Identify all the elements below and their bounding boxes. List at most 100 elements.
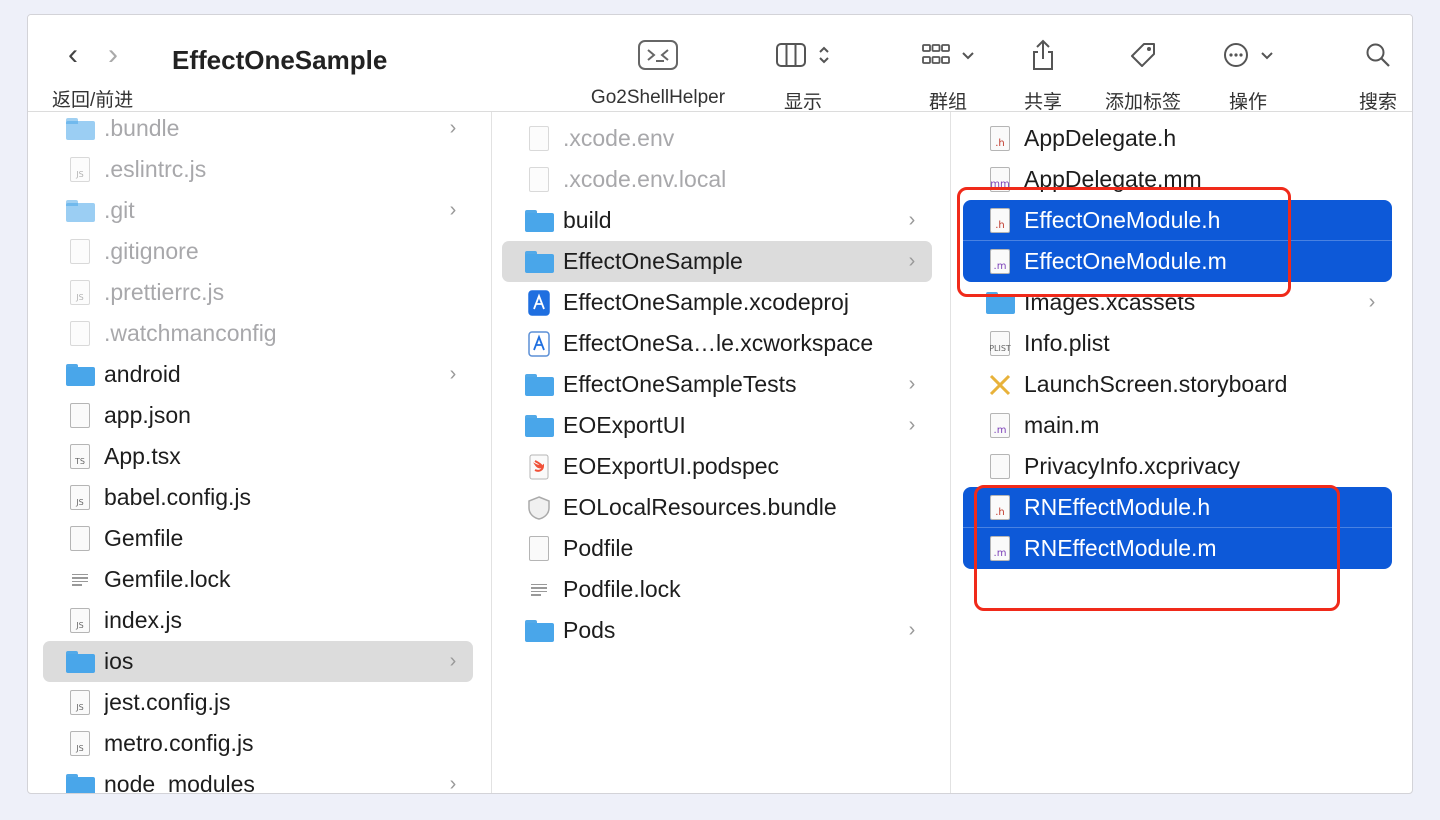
item-name: metro.config.js (104, 730, 254, 756)
action-label: 操作 (1228, 92, 1267, 113)
file-row[interactable]: .gitignore (53, 231, 473, 272)
item-name: RNEffectModule.m (1024, 535, 1217, 561)
folder-icon (65, 772, 95, 793)
folder-icon (524, 372, 554, 398)
item-name: EOLocalResources.bundle (563, 494, 837, 520)
forward-button[interactable]: › (108, 40, 118, 70)
file-row[interactable]: Podfile.lock (512, 569, 932, 610)
item-name: Gemfile.lock (104, 566, 231, 592)
item-name: AppDelegate.h (1024, 125, 1177, 151)
header-file-icon: .h (985, 495, 1015, 521)
file-row[interactable]: JS babel.config.js (53, 477, 473, 518)
chevron-right-icon: › (449, 773, 457, 794)
nav-group: ‹ › 返回/前进 (52, 35, 133, 112)
action-button[interactable]: 操作 (1208, 35, 1288, 114)
folder-row[interactable]: EffectOneSampleTests › (512, 364, 932, 405)
file-row[interactable]: EffectOneSample.xcodeproj (512, 282, 932, 323)
item-name: Podfile (563, 535, 634, 561)
file-row[interactable]: .m EffectOneModule.m (963, 241, 1392, 282)
finder-window: ‹ › 返回/前进 EffectOneSample Go2ShellHelper… (27, 14, 1413, 794)
folder-row[interactable]: .git › (53, 190, 473, 231)
chevron-down-icon (1261, 52, 1273, 60)
item-name: EffectOneSa…le.xcworkspace (563, 330, 874, 356)
folder-icon (65, 198, 95, 224)
item-name: EOExportUI.podspec (563, 453, 780, 479)
file-row[interactable]: Gemfile (53, 518, 473, 559)
folder-row[interactable]: Pods › (512, 610, 932, 651)
item-name: .xcode.env (563, 125, 675, 151)
go2shell-button[interactable]: Go2ShellHelper (573, 35, 743, 109)
folder-row[interactable]: android › (53, 354, 473, 395)
file-row[interactable]: LaunchScreen.storyboard (973, 364, 1392, 405)
file-row[interactable]: mm AppDelegate.mm (973, 159, 1392, 200)
file-row[interactable]: PrivacyInfo.xcprivacy (973, 446, 1392, 487)
file-row[interactable]: .watchmanconfig (53, 313, 473, 354)
folder-icon (985, 290, 1015, 316)
file-row[interactable]: EOLocalResources.bundle (512, 487, 932, 528)
file-row[interactable]: .h EffectOneModule.h (963, 200, 1392, 241)
search-button[interactable]: 搜索 (1338, 35, 1412, 114)
add-tag-button[interactable]: 添加标签 (1088, 35, 1198, 114)
file-row[interactable]: JS metro.config.js (53, 723, 473, 764)
folder-icon (65, 116, 95, 142)
file-row[interactable]: JS .prettierrc.js (53, 272, 473, 313)
folder-row[interactable]: ios › (43, 641, 473, 682)
objc-file-icon: mm (985, 167, 1015, 193)
file-row[interactable]: .h AppDelegate.h (973, 118, 1392, 159)
item-name: EffectOneModule.h (1024, 207, 1221, 233)
chevron-right-icon: › (449, 199, 457, 221)
folder-icon (65, 649, 95, 675)
item-name: AppDelegate.mm (1024, 166, 1202, 192)
item-name: .bundle (104, 115, 180, 141)
view-button[interactable]: 显示 (763, 35, 843, 114)
column-effectonesample: .h AppDelegate.h mm AppDelegate.mm .h EffectO… (951, 112, 1412, 793)
folder-icon (65, 362, 95, 388)
column-browser: .bundle › JS .eslintrc.js .git › .gitignore JS.… (28, 112, 1412, 794)
file-row[interactable]: PLIST Info.plist (973, 323, 1392, 364)
folder-icon (524, 413, 554, 439)
folder-row[interactable]: Images.xcassets › (973, 282, 1392, 323)
bundle-icon (524, 495, 554, 521)
group-button[interactable]: 群组 (908, 35, 988, 114)
file-row[interactable]: .m main.m (973, 405, 1392, 446)
folder-row[interactable]: .bundle › (53, 112, 473, 149)
file-row[interactable]: EOExportUI.podspec (512, 446, 932, 487)
file-row[interactable]: JS .eslintrc.js (53, 149, 473, 190)
folder-row[interactable]: EffectOneSample › (502, 241, 932, 282)
file-row[interactable]: JS jest.config.js (53, 682, 473, 723)
file-row[interactable]: TS App.tsx (53, 436, 473, 477)
file-row[interactable]: .xcode.env.local (512, 159, 932, 200)
storyboard-icon (985, 372, 1015, 398)
share-label: 共享 (1023, 92, 1062, 113)
file-icon: JS (65, 731, 95, 757)
item-name: .eslintrc.js (104, 156, 207, 182)
file-row[interactable]: Podfile (512, 528, 932, 569)
item-name: index.js (104, 607, 182, 633)
share-button[interactable]: 共享 (1003, 35, 1083, 114)
header-file-icon: .h (985, 126, 1015, 152)
file-row[interactable]: JS index.js (53, 600, 473, 641)
item-name: EffectOneSample (563, 248, 743, 274)
file-row[interactable]: Gemfile.lock (53, 559, 473, 600)
item-name: EOExportUI (563, 412, 686, 438)
more-actions-icon (1224, 43, 1248, 67)
file-row[interactable]: .m RNEffectModule.m (963, 528, 1392, 569)
file-icon: JS (65, 485, 95, 511)
file-row[interactable]: .h RNEffectModule.h (963, 487, 1392, 528)
item-name: android (104, 361, 181, 387)
folder-row[interactable]: EOExportUI › (512, 405, 932, 446)
back-button[interactable]: ‹ (68, 40, 78, 70)
file-icon: TS (65, 444, 95, 470)
item-name: .watchmanconfig (104, 320, 277, 346)
folder-row[interactable]: build › (512, 200, 932, 241)
file-row[interactable]: EffectOneSa…le.xcworkspace (512, 323, 932, 364)
go2shell-label: Go2ShellHelper (590, 87, 726, 108)
folder-row[interactable]: node_modules › (53, 764, 473, 794)
file-row[interactable]: app.json (53, 395, 473, 436)
file-icon: JS (65, 280, 95, 306)
file-icon (65, 239, 95, 265)
chevron-right-icon: › (908, 619, 916, 641)
file-row[interactable]: .xcode.env (512, 118, 932, 159)
file-icon (65, 526, 95, 552)
group-label: 群组 (928, 92, 967, 113)
